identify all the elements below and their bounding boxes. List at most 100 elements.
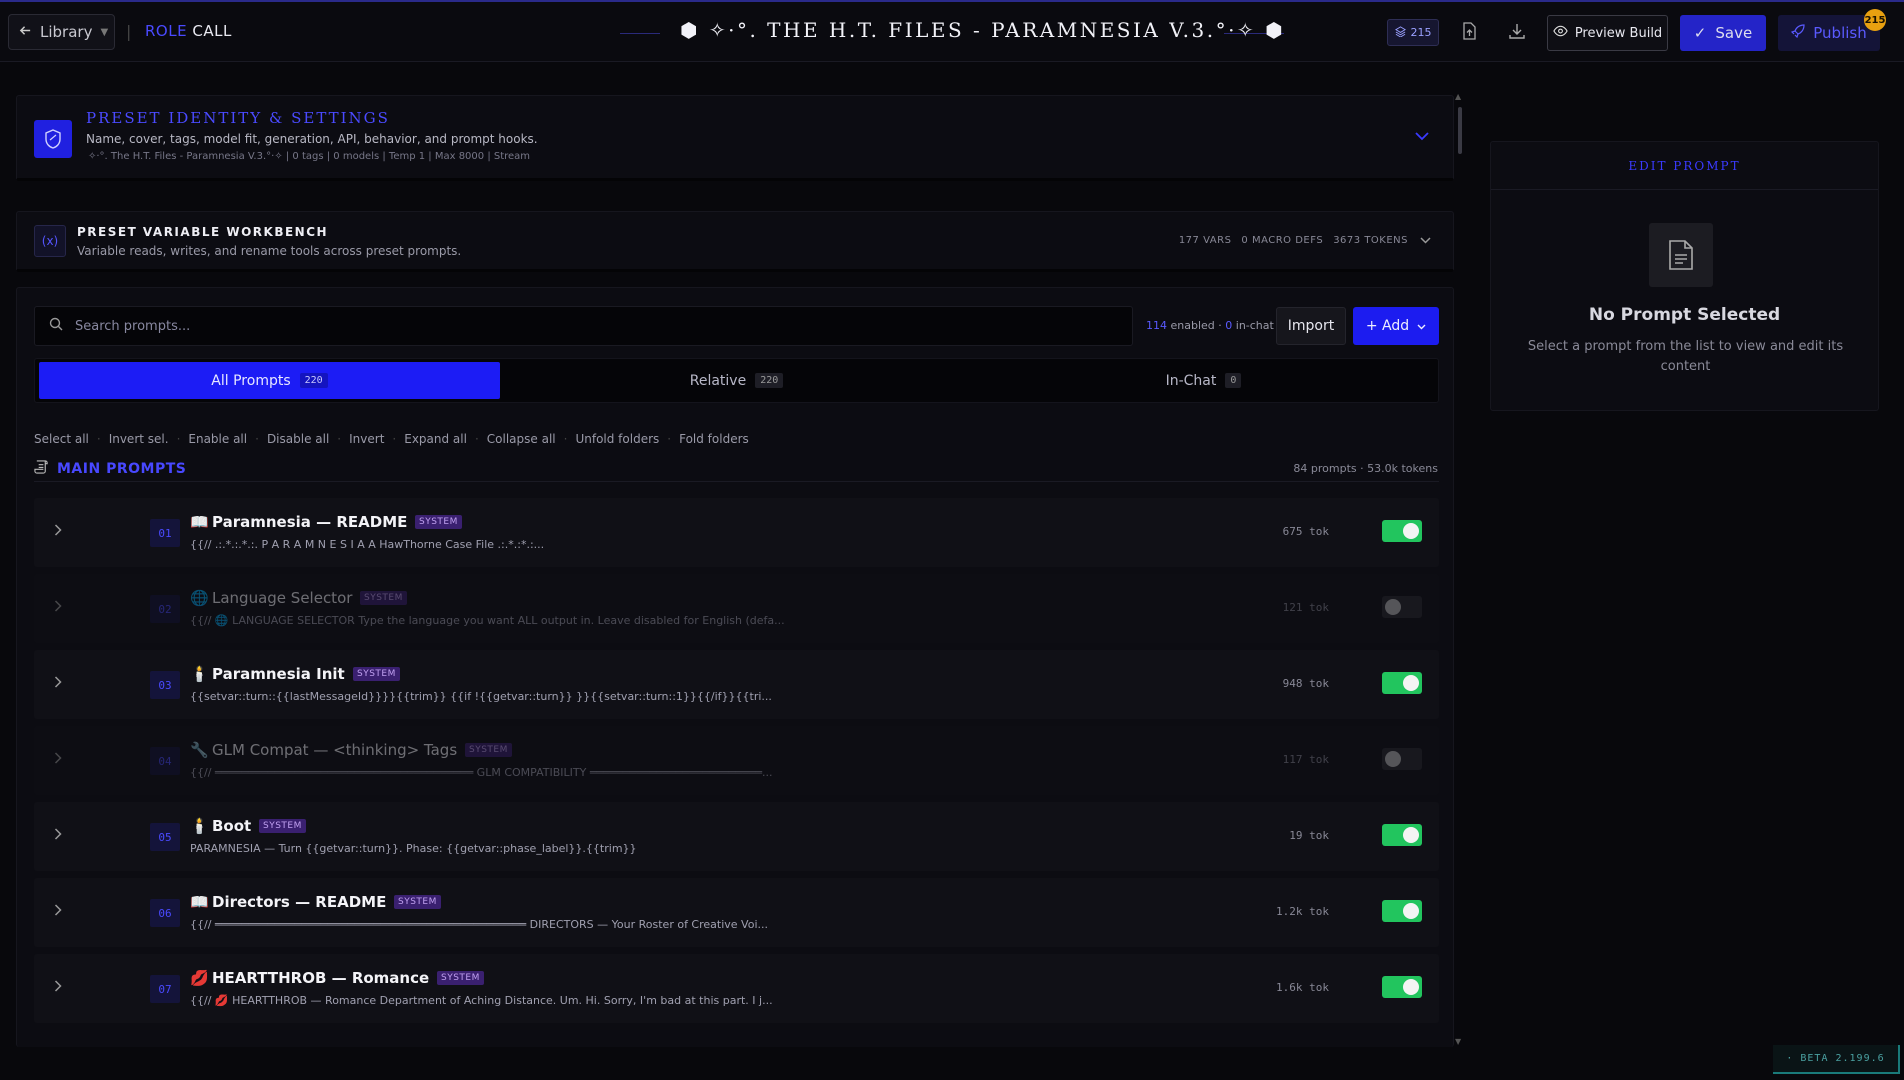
file-upload-icon — [1460, 22, 1478, 44]
prompt-row[interactable]: 01 📖 Paramnesia — README SYSTEM {{// .:.*.:.… — [34, 498, 1439, 567]
add-button[interactable]: + Add — [1353, 307, 1439, 345]
disable-all-link[interactable]: Disable all — [267, 432, 329, 446]
prompt-list-panel: Search prompts... 114 enabled · 0 in-cha… — [16, 287, 1454, 1047]
download-button[interactable] — [1503, 19, 1531, 47]
identity-description: Name, cover, tags, model fit, generation… — [86, 132, 538, 146]
unfold-folders-link[interactable]: Unfold folders — [575, 432, 659, 446]
chevron-right-icon[interactable] — [54, 904, 62, 919]
prompt-token-count: 19 tok — [1289, 829, 1329, 842]
empty-state-title: No Prompt Selected — [1588, 305, 1781, 325]
prompt-name[interactable]: Paramnesia Init — [212, 665, 345, 683]
enabled-label: enabled · — [1170, 319, 1222, 332]
prompt-row[interactable]: 06 📖 Directors — README SYSTEM {{// ════════… — [34, 878, 1439, 947]
save-button[interactable]: ✓ Save — [1680, 15, 1766, 51]
scroll-down-icon[interactable]: ▼ — [1455, 1037, 1461, 1046]
workbench-stats: 177 VARS 0 MACRO DEFS 3673 TOKENS — [1179, 235, 1408, 246]
library-button[interactable]: Library ▼ — [8, 14, 115, 50]
top-bar: Library ▼ | ROLE CALL ⬢ ✧·°. THE H.T. FI… — [0, 0, 1904, 62]
publish-count-badge: 215 — [1864, 9, 1886, 31]
prompt-enable-toggle[interactable] — [1382, 824, 1422, 846]
version-badge: · BETA 2.199.6 — [1773, 1045, 1900, 1074]
edit-prompt-panel: EDIT PROMPT No Prompt Selected Select a … — [1490, 141, 1879, 411]
prompt-name[interactable]: GLM Compat — <thinking> Tags — [212, 741, 457, 759]
prompt-row[interactable]: 04 🔧 GLM Compat — <thinking> Tags SYSTEM {{/… — [34, 726, 1439, 795]
search-input[interactable]: Search prompts... — [75, 319, 190, 334]
search-icon — [49, 317, 63, 335]
eye-icon — [1553, 25, 1568, 41]
variable-icon: (x) — [34, 225, 66, 257]
enabled-count: 114 — [1146, 319, 1167, 332]
tab-count: 220 — [299, 373, 328, 388]
prompt-emoji-icon: 💋 — [190, 969, 209, 987]
brand-logo[interactable]: ROLE CALL — [145, 22, 232, 40]
title-decor-left — [620, 33, 660, 34]
prompt-preview: {{// 🌐 LANGUAGE SELECTOR Type the langua… — [190, 614, 785, 627]
prompt-preview: {{// .:.*.:.*.:. P A R A M N E S I A A H… — [190, 538, 545, 551]
chevron-right-icon[interactable] — [54, 828, 62, 843]
document-icon — [1649, 223, 1713, 287]
fold-folders-link[interactable]: Fold folders — [679, 432, 749, 446]
chevron-right-icon[interactable] — [54, 524, 62, 539]
tab-in-chat[interactable]: In-Chat 0 — [973, 362, 1434, 399]
divider: | — [126, 22, 132, 41]
layers-icon — [1394, 25, 1406, 40]
token-count-badge[interactable]: 215 — [1387, 19, 1439, 46]
tab-label: All Prompts — [211, 372, 291, 389]
system-role-badge: SYSTEM — [437, 971, 484, 985]
prompt-row[interactable]: 05 🕯️ Boot SYSTEM PARAMNESIA — Turn {{getvar… — [34, 802, 1439, 871]
prompt-row[interactable]: 03 🕯️ Paramnesia Init SYSTEM {{setvar::turn:… — [34, 650, 1439, 719]
invert-selection-link[interactable]: Invert sel. — [109, 432, 169, 446]
expand-all-link[interactable]: Expand all — [404, 432, 467, 446]
preset-identity-panel[interactable]: PRESET IDENTITY & SETTINGS Name, cover, … — [16, 95, 1454, 181]
prompt-name[interactable]: Boot — [212, 817, 251, 835]
chevron-right-icon[interactable] — [54, 600, 62, 615]
shield-icon — [34, 120, 72, 158]
prompt-row[interactable]: 07 💋 HEARTTHROB — Romance SYSTEM {{// 💋 HEAR… — [34, 954, 1439, 1023]
gem-icon: ⬢ — [680, 18, 700, 42]
prompt-enable-toggle[interactable] — [1382, 748, 1422, 770]
collapse-all-link[interactable]: Collapse all — [487, 432, 556, 446]
chevron-right-icon[interactable] — [54, 980, 62, 995]
scrollbar-thumb[interactable] — [1458, 107, 1462, 154]
inchat-label: in-chat — [1235, 319, 1274, 332]
chevron-right-icon[interactable] — [54, 752, 62, 767]
identity-title: PRESET IDENTITY & SETTINGS — [86, 109, 390, 127]
export-button[interactable] — [1455, 19, 1483, 47]
gem-icon: ⬢ — [1265, 18, 1286, 42]
scroll-up-icon[interactable]: ▲ — [1455, 92, 1461, 101]
add-label: + Add — [1365, 318, 1410, 334]
chevron-right-icon[interactable] — [54, 676, 62, 691]
prompt-name[interactable]: Language Selector — [212, 589, 352, 607]
brand-call: CALL — [192, 22, 232, 40]
tab-label: In-Chat — [1165, 372, 1217, 389]
macro-count: 0 MACRO DEFS — [1241, 235, 1324, 246]
invert-link[interactable]: Invert — [349, 432, 384, 446]
library-label: Library — [40, 23, 93, 41]
prompt-row[interactable]: 02 🌐 Language Selector SYSTEM {{// 🌐 LANGUAG… — [34, 574, 1439, 643]
tab-label: Relative — [689, 372, 747, 389]
search-box[interactable]: Search prompts... — [34, 306, 1133, 346]
system-role-badge: SYSTEM — [465, 743, 512, 757]
section-header-main-prompts[interactable]: MAIN PROMPTS — [34, 459, 186, 478]
prompt-enable-toggle[interactable] — [1382, 596, 1422, 618]
select-all-link[interactable]: Select all — [34, 432, 89, 446]
prompt-name[interactable]: Paramnesia — README — [212, 513, 407, 531]
prompt-enable-toggle[interactable] — [1382, 900, 1422, 922]
chevron-down-icon[interactable] — [1415, 129, 1429, 145]
tab-all-prompts[interactable]: All Prompts 220 — [39, 362, 500, 399]
scrollbar[interactable] — [1457, 95, 1463, 1047]
preview-build-button[interactable]: Preview Build — [1547, 15, 1668, 51]
prompt-enable-toggle[interactable] — [1382, 520, 1422, 542]
chevron-down-icon[interactable] — [1420, 233, 1431, 247]
prompt-enable-toggle[interactable] — [1382, 672, 1422, 694]
prompt-name[interactable]: HEARTTHROB — Romance — [212, 969, 429, 987]
prompt-enable-toggle[interactable] — [1382, 976, 1422, 998]
tab-relative[interactable]: Relative 220 — [506, 362, 967, 399]
prompt-name[interactable]: Directors — README — [212, 893, 386, 911]
prompt-preview: PARAMNESIA — Turn {{getvar::turn}}. Phas… — [190, 842, 637, 855]
prompt-preview: {{// 💋 HEARTTHROB — Romance Department o… — [190, 994, 773, 1007]
enable-all-link[interactable]: Enable all — [188, 432, 247, 446]
workbench-tokens: 3673 TOKENS — [1333, 235, 1408, 246]
variable-workbench-panel[interactable]: (x) PRESET VARIABLE WORKBENCH Variable r… — [16, 211, 1454, 272]
import-button[interactable]: Import — [1276, 307, 1346, 345]
